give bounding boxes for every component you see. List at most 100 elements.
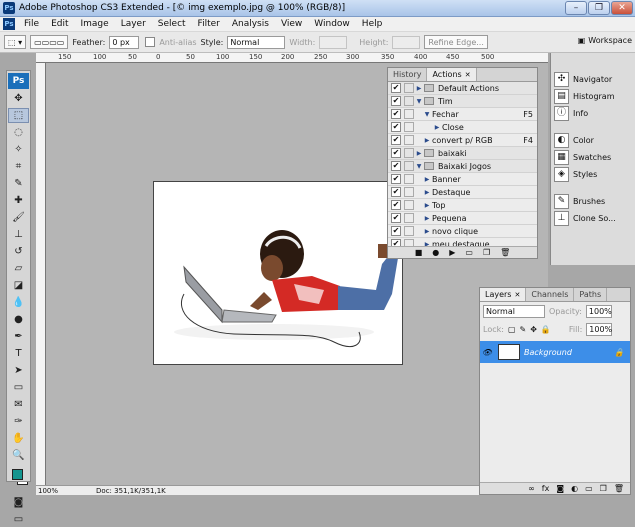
expand-right-icon[interactable]: ▶ (422, 137, 432, 144)
zoom-level[interactable]: 100% (38, 487, 58, 495)
expand-right-icon[interactable]: ▶ (414, 85, 424, 92)
action-toggle-checkbox[interactable]: ✔ (391, 213, 401, 223)
new-action-icon[interactable]: ❐ (483, 248, 490, 257)
action-toggle-checkbox[interactable]: ✔ (391, 96, 401, 106)
shape-tool-icon[interactable]: ▭ (8, 380, 29, 395)
dock-brushes[interactable]: ✎ Brushes (551, 193, 635, 210)
marquee-tool-icon[interactable]: ⬚ (8, 108, 29, 123)
expand-down-icon[interactable]: ▼ (422, 111, 432, 118)
notes-tool-icon[interactable]: ✉ (8, 397, 29, 412)
zoom-tool-icon[interactable]: 🔍 (8, 448, 29, 463)
action-toggle-checkbox[interactable]: ✔ (391, 148, 401, 158)
action-row[interactable]: ✔ ▼ Baixaki Jogos (388, 160, 537, 173)
menu-view[interactable]: View (275, 19, 308, 29)
feather-input[interactable]: 0 px (109, 35, 140, 49)
dialog-toggle-box[interactable] (404, 148, 414, 158)
group-icon[interactable]: ▭ (585, 484, 593, 493)
menu-window[interactable]: Window (308, 19, 356, 29)
action-row[interactable]: ✔ ▶ Top (388, 199, 537, 212)
marquee-preset-picker[interactable]: ⬚ ▾ (4, 35, 27, 49)
antialias-checkbox[interactable] (145, 37, 156, 47)
action-toggle-checkbox[interactable]: ✔ (391, 187, 401, 197)
expand-right-icon[interactable]: ▶ (422, 215, 432, 222)
restore-button[interactable]: ❐ (588, 1, 610, 15)
expand-down-icon[interactable]: ▼ (414, 163, 424, 170)
dodge-tool-icon[interactable]: ● (8, 312, 29, 327)
lock-image-icon[interactable]: ✎ (520, 325, 527, 334)
action-row[interactable]: ✔ ▶ baixaki (388, 147, 537, 160)
workspace-switcher[interactable]: ▣ Workspace (578, 36, 632, 45)
expand-right-icon[interactable]: ▶ (414, 150, 424, 157)
new-layer-icon[interactable]: ❐ (600, 484, 607, 493)
screen-mode-icon[interactable]: ▭ (8, 512, 29, 527)
expand-down-icon[interactable]: ▼ (414, 98, 424, 105)
crop-tool-icon[interactable]: ⌗ (8, 159, 29, 174)
dialog-toggle-box[interactable] (404, 109, 414, 119)
tab-layers[interactable]: Layers ✕ (480, 288, 527, 301)
action-row[interactable]: ✔ ▶ Banner (388, 173, 537, 186)
clone-stamp-tool-icon[interactable]: ⊥ (8, 227, 29, 242)
fill-input[interactable]: 100% (586, 323, 613, 336)
width-input[interactable] (319, 35, 348, 49)
gradient-tool-icon[interactable]: ◪ (8, 278, 29, 293)
minimize-button[interactable]: – (565, 1, 587, 15)
history-brush-tool-icon[interactable]: ↺ (8, 244, 29, 259)
dock-styles[interactable]: ◈ Styles (551, 166, 635, 183)
mask-icon[interactable]: ◙ (556, 484, 564, 493)
menu-edit[interactable]: Edit (45, 19, 74, 29)
dialog-toggle-box[interactable] (404, 213, 414, 223)
ps-menu-icon[interactable]: Ps (3, 18, 15, 30)
action-toggle-checkbox[interactable]: ✔ (391, 109, 401, 119)
close-icon[interactable]: ✕ (465, 71, 471, 79)
blur-tool-icon[interactable]: 💧 (8, 295, 29, 310)
hand-tool-icon[interactable]: ✋ (8, 431, 29, 446)
menu-select[interactable]: Select (152, 19, 192, 29)
menu-help[interactable]: Help (356, 19, 389, 29)
style-select[interactable]: Normal (227, 35, 286, 49)
tab-history[interactable]: History (388, 68, 428, 81)
dialog-toggle-box[interactable] (404, 174, 414, 184)
dialog-toggle-box[interactable] (404, 200, 414, 210)
quick-mask-icon[interactable]: ◙ (8, 495, 29, 510)
magic-wand-tool-icon[interactable]: ✧ (8, 142, 29, 157)
dialog-toggle-box[interactable] (404, 83, 414, 93)
menu-layer[interactable]: Layer (115, 19, 152, 29)
menu-image[interactable]: Image (75, 19, 115, 29)
lasso-tool-icon[interactable]: ◌ (8, 125, 29, 140)
menu-filter[interactable]: Filter (192, 19, 226, 29)
dock-swatches[interactable]: ▦ Swatches (551, 149, 635, 166)
adjustment-icon[interactable]: ◐ (571, 484, 578, 493)
path-selection-tool-icon[interactable]: ➤ (8, 363, 29, 378)
trash-icon[interactable]: 🗑 (500, 248, 510, 257)
lock-position-icon[interactable]: ✥ (530, 325, 537, 334)
foreground-color-swatch[interactable] (12, 469, 23, 480)
blend-mode-select[interactable]: Normal (483, 305, 545, 318)
play-icon[interactable]: ▶ (449, 248, 455, 257)
pen-tool-icon[interactable]: ✒ (8, 329, 29, 344)
eraser-tool-icon[interactable]: ▱ (8, 261, 29, 276)
opacity-input[interactable]: 100% (585, 305, 612, 318)
dock-histogram[interactable]: ▤ Histogram (551, 88, 635, 105)
selection-mode-buttons[interactable]: ▭▭▭▭ (30, 35, 69, 49)
action-toggle-checkbox[interactable]: ✔ (391, 200, 401, 210)
expand-right-icon[interactable]: ▶ (422, 176, 432, 183)
action-toggle-checkbox[interactable]: ✔ (391, 226, 401, 236)
move-tool-icon[interactable]: ✥ (8, 91, 29, 106)
action-toggle-checkbox[interactable]: ✔ (391, 161, 401, 171)
image-canvas[interactable] (153, 181, 403, 365)
action-row[interactable]: ✔ ▶ convert p/ RGB F4 (388, 134, 537, 147)
dialog-toggle-box[interactable] (404, 161, 414, 171)
lock-transparent-icon[interactable]: ▢ (508, 325, 516, 334)
trash-icon[interactable]: 🗑 (614, 484, 624, 493)
action-toggle-checkbox[interactable]: ✔ (391, 135, 401, 145)
dialog-toggle-box[interactable] (404, 96, 414, 106)
dock-clone-source[interactable]: ⊥ Clone So... (551, 210, 635, 227)
action-row[interactable]: ✔ ▼ Tim (388, 95, 537, 108)
tab-paths[interactable]: Paths (574, 288, 608, 301)
refine-edge-button[interactable]: Refine Edge... (424, 35, 488, 49)
expand-right-icon[interactable]: ▶ (422, 189, 432, 196)
height-input[interactable] (392, 35, 421, 49)
action-row[interactable]: ✔ ▶ novo clique (388, 225, 537, 238)
dialog-toggle-box[interactable] (404, 122, 414, 132)
menu-file[interactable]: File (18, 19, 45, 29)
